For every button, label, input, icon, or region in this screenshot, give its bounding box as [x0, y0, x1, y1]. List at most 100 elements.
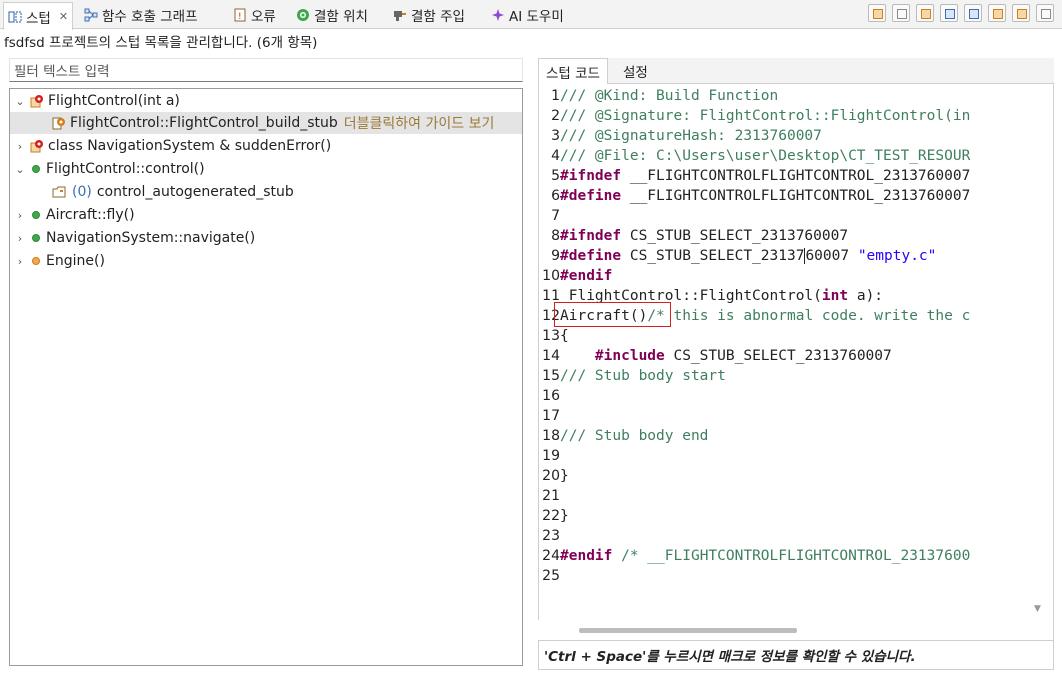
code-line[interactable]: 10 #endif: [539, 266, 1053, 286]
code-text: #ifndef __FLIGHTCONTROLFLIGHTCONTROL_231…: [560, 168, 970, 184]
code-line[interactable]: 1/// @Kind: Build Function: [539, 86, 1053, 106]
code-line[interactable]: 7: [539, 206, 1053, 226]
code-line[interactable]: 4/// @File: C:\Users\user\Desktop\CT_TES…: [539, 146, 1053, 166]
new-stub-icon[interactable]: [868, 4, 886, 22]
stub-settings-icon[interactable]: [988, 4, 1006, 22]
code-text: #define CS_STUB_SELECT_2313760007 "empty…: [560, 248, 936, 264]
tree-item[interactable]: (0) control_autogenerated_stub: [10, 181, 522, 203]
tab-call-graph[interactable]: 함수 호출 그래프: [84, 3, 198, 27]
green-dot-icon: [32, 165, 40, 173]
code-token: #endif: [560, 548, 613, 564]
code-token: }: [560, 508, 569, 524]
code-text: }: [560, 508, 569, 524]
fault-injection-icon: [393, 8, 407, 22]
tab-error[interactable]: ! 오류: [233, 3, 276, 27]
code-token: /// Stub body start: [560, 368, 726, 384]
collapse-all-icon[interactable]: [964, 4, 982, 22]
tab-settings[interactable]: 설정: [616, 58, 655, 84]
code-line[interactable]: 13{: [539, 326, 1053, 346]
line-number: 10: [542, 268, 560, 284]
line-number: 25: [542, 568, 560, 584]
code-token: CS_STUB_SELECT_2313760007: [621, 228, 849, 244]
sync-icon[interactable]: [1012, 4, 1030, 22]
tab-stub-code[interactable]: 스텁 코드: [538, 58, 608, 85]
save-icon[interactable]: [892, 4, 910, 22]
code-token: #ifndef: [560, 168, 622, 184]
code-line[interactable]: 5 #ifndef __FLIGHTCONTROLFLIGHTCONTROL_23…: [539, 166, 1053, 186]
tree-item[interactable]: › Aircraft::fly(): [10, 204, 522, 226]
code-line[interactable]: 17: [539, 406, 1053, 426]
code-line[interactable]: 21: [539, 486, 1053, 506]
code-line[interactable]: 20}: [539, 466, 1053, 486]
scroll-down-icon[interactable]: ▼: [1034, 604, 1041, 614]
code-token: #ifndef: [560, 228, 622, 244]
close-icon[interactable]: ✕: [59, 10, 68, 23]
code-line[interactable]: 19: [539, 446, 1053, 466]
line-number: 17: [542, 408, 560, 424]
tab-label: 스텁: [26, 10, 51, 27]
line-number: 2: [551, 108, 560, 124]
stub-code-editor[interactable]: 1/// @Kind: Build Function 2/// @Signatur…: [538, 84, 1054, 640]
tree-item[interactable]: › NavigationSystem::navigate(): [10, 227, 522, 249]
code-token: {: [560, 328, 569, 344]
code-line[interactable]: 2/// @Signature: FlightControl::FlightCo…: [539, 106, 1053, 126]
code-line[interactable]: 9 #define CS_STUB_SELECT_2313760007 "empt…: [539, 246, 1053, 266]
chevron-down-icon[interactable]: ⌄: [14, 95, 26, 108]
horizontal-scroll-thumb[interactable]: [579, 628, 797, 633]
code-line[interactable]: 8 #ifndef CS_STUB_SELECT_2313760007: [539, 226, 1053, 246]
code-line[interactable]: 18/// Stub body end: [539, 426, 1053, 446]
tab-defect-location[interactable]: 결함 위치: [296, 3, 368, 27]
ai-assistant-icon: [491, 8, 505, 22]
tree-item-label: FlightControl::control(): [46, 161, 205, 177]
code-line[interactable]: 15/// Stub body start: [539, 366, 1053, 386]
tab-label: 결함 주입: [411, 9, 465, 25]
chevron-right-icon[interactable]: ›: [14, 255, 26, 268]
view-menu-icon[interactable]: [1036, 4, 1054, 22]
code-text: /// @Signature: FlightControl::FlightCon…: [560, 108, 970, 124]
tree-item-label: Aircraft::fly(): [46, 207, 135, 223]
import-icon[interactable]: [916, 4, 934, 22]
chevron-down-icon[interactable]: ⌄: [14, 163, 26, 176]
line-number: 7: [551, 208, 560, 224]
code-token: /// @Kind: Build Function: [560, 88, 779, 104]
code-line[interactable]: 22}: [539, 506, 1053, 526]
code-token: /// @SignatureHash: 2313760007: [560, 128, 822, 144]
code-token: CS_STUB_SELECT_2313760007: [664, 348, 892, 364]
vertical-scrollbar[interactable]: [1030, 84, 1052, 620]
error-icon: !: [233, 8, 247, 22]
code-line[interactable]: 23: [539, 526, 1053, 546]
tree-item-label: Engine(): [46, 253, 105, 269]
code-token: #define: [560, 248, 622, 264]
code-text: /// @SignatureHash: 2313760007: [560, 128, 822, 144]
code-line[interactable]: 16: [539, 386, 1053, 406]
chevron-right-icon[interactable]: ›: [14, 232, 26, 245]
tree-item-selected[interactable]: FlightControl::FlightControl_build_stub …: [10, 112, 522, 134]
code-line[interactable]: 25: [539, 566, 1053, 586]
stub-icon: [8, 10, 22, 24]
tree-item[interactable]: › class NavigationSystem & suddenError(): [10, 135, 522, 157]
line-number: 19: [542, 448, 560, 464]
code-text: }: [560, 468, 569, 484]
code-line[interactable]: 3/// @SignatureHash: 2313760007: [539, 126, 1053, 146]
code-line[interactable]: 24 #endif /* __FLIGHTCONTROLFLIGHTCONTROL…: [539, 546, 1053, 566]
code-line[interactable]: 6 #define __FLIGHTCONTROLFLIGHTCONTROL_23…: [539, 186, 1053, 206]
tree-item-hint: 더블클릭하여 가이드 보기: [343, 116, 495, 132]
tab-stub[interactable]: 스텁 ✕: [3, 2, 74, 30]
code-text: #include CS_STUB_SELECT_2313760007: [560, 348, 892, 364]
stub-tree: ⌄ FlightControl(int a) FlightControl::Fl…: [9, 88, 523, 666]
code-text: #endif /* __FLIGHTCONTROLFLIGHTCONTROL_2…: [560, 548, 970, 564]
tree-item[interactable]: › Engine(): [10, 250, 522, 272]
code-line[interactable]: 14 #include CS_STUB_SELECT_2313760007: [539, 346, 1053, 366]
tab-fault-injection[interactable]: 결함 주입: [393, 3, 465, 27]
expand-all-icon[interactable]: [940, 4, 958, 22]
code-token: __FLIGHTCONTROLFLIGHTCONTROL_2313760007: [621, 168, 971, 184]
chevron-right-icon[interactable]: ›: [14, 209, 26, 222]
tab-ai-assistant[interactable]: AI 도우미: [491, 3, 564, 27]
tree-item[interactable]: ⌄ FlightControl(int a): [10, 90, 522, 112]
chevron-right-icon[interactable]: ›: [14, 140, 26, 153]
code-token: /* this is abnormal code. write the c: [647, 308, 971, 324]
line-number: 18: [542, 428, 560, 444]
tree-item[interactable]: ⌄ FlightControl::control(): [10, 158, 522, 180]
filter-input[interactable]: 필터 텍스트 입력: [9, 58, 523, 82]
